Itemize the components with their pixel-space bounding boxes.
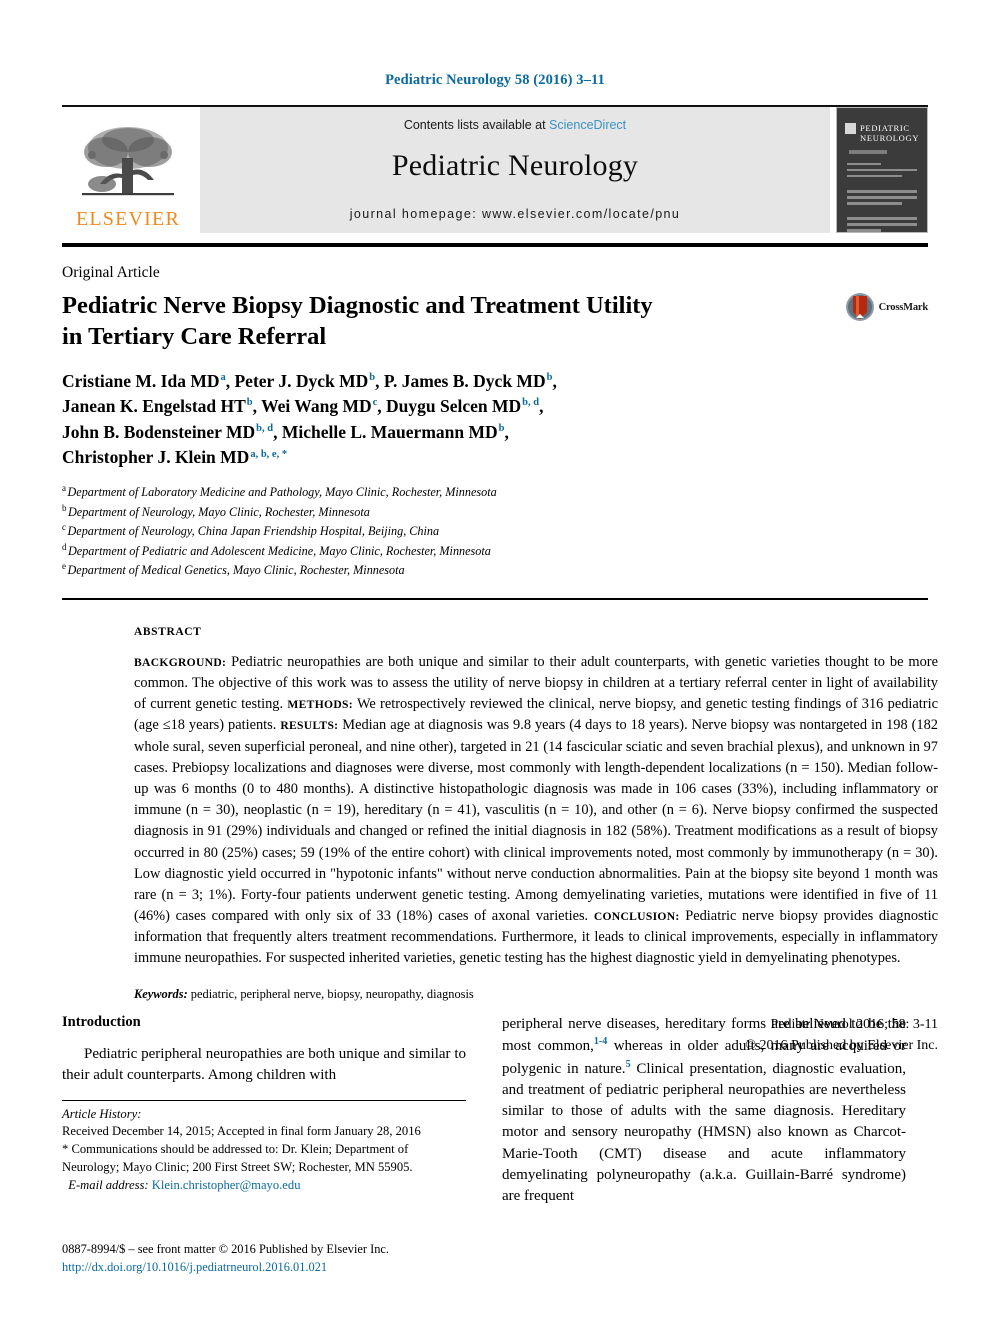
affiliation-item: c Department of Neurology, China Japan Fr…: [62, 522, 440, 539]
issn-line: 0887-8994/$ – see front matter © 2016 Pu…: [62, 1242, 390, 1256]
footer-block: 0887-8994/$ – see front matter © 2016 Pu…: [62, 1241, 389, 1277]
title-block: Original Article Pediatric Nerve Biopsy …: [62, 264, 928, 353]
article-type-kicker: Original Article: [62, 264, 160, 281]
journal-cover-thumbnail[interactable]: PEDIATRIC NEUROLOGY: [836, 107, 928, 233]
abstract-section: ABSTRACT BACKGROUND: Pediatric neuropath…: [134, 626, 938, 1057]
author-affil-mark: a, b, e, *: [250, 448, 288, 460]
sciencedirect-link[interactable]: ScienceDirect: [549, 118, 626, 132]
body-columns: Introduction Pediatric peripheral neurop…: [62, 1014, 938, 1208]
intro-right-part3: Clinical presentation, diagnostic evalua…: [502, 1060, 907, 1205]
affiliation-list: a Department of Laboratory Medicine and P…: [62, 482, 928, 580]
masthead-bottom-rule: [62, 243, 928, 247]
title-line-2: in Tertiary Care Referral: [62, 322, 327, 350]
running-head: Pediatric Neurology 58 (2016) 3–11: [385, 72, 605, 88]
author-item: P. James B. Dyck MDb,: [383, 370, 557, 391]
author-item: Wei Wang MDc,: [261, 396, 387, 417]
contents-available-line: Contents lists available at ScienceDirec…: [404, 118, 626, 132]
right-column: peripheral nerve diseases, hereditary fo…: [502, 1014, 906, 1208]
keywords-values: pediatric, peripheral nerve, biopsy, neu…: [187, 986, 474, 1001]
journal-article-page: Pediatric Neurology 58 (2016) 3–11 ELSEV…: [0, 0, 990, 1320]
title-line-1: Pediatric Nerve Biopsy Diagnostic and Tr…: [62, 292, 653, 319]
email-label: E-mail address:: [68, 1177, 149, 1192]
journal-title: Pediatric Neurology: [391, 149, 639, 182]
author-item: Janean K. Engelstad HTb,: [62, 396, 262, 417]
author-item: John B. Bodensteiner MDb, d,: [62, 421, 282, 442]
author-affil-mark: b, d: [256, 422, 274, 434]
section-heading-introduction: Introduction: [62, 1014, 141, 1030]
journal-homepage-link[interactable]: journal homepage: www.elsevier.com/locat…: [350, 207, 681, 221]
abstract-heading: ABSTRACT: [134, 625, 202, 638]
affiliation-item: b Department of Neurology, Mayo Clinic, R…: [62, 502, 370, 519]
contents-prefix: Contents lists available at: [403, 118, 550, 132]
elsevier-tree-icon: [82, 127, 174, 196]
author-affil-mark: b, d: [522, 397, 540, 409]
cover-emblem-icon: [845, 123, 856, 134]
keywords-line: Keywords: pediatric, peripheral nerve, b…: [134, 987, 938, 1002]
page-title: Pediatric Nerve Biopsy Diagnostic and Tr…: [62, 291, 762, 353]
author-list: Cristiane M. Ida MDa, Peter J. Dyck MDb,…: [62, 369, 782, 471]
cover-subtitle-bar: [849, 149, 888, 154]
abstract-results-label: RESULTS:: [280, 719, 339, 733]
affiliation-item: d Department of Pediatric and Adolescent …: [62, 541, 491, 558]
crossmark-icon: [845, 293, 874, 321]
correspondence-note: * Communications should be addressed to:…: [62, 1142, 413, 1174]
crossmark-label: CrossMark: [878, 301, 929, 313]
intro-paragraph-left: Pediatric peripheral neuropathies are bo…: [62, 1046, 466, 1084]
author-item: Michelle L. Mauermann MDb,: [281, 421, 509, 442]
author-item: Cristiane M. Ida MDa,: [62, 370, 235, 391]
doi-link[interactable]: http://dx.doi.org/10.1016/j.pediatrneuro…: [62, 1259, 389, 1277]
crossmark-badge[interactable]: CrossMark: [845, 292, 928, 322]
affiliation-item: e Department of Medical Genetics, Mayo Cl…: [62, 561, 405, 578]
reference-citation[interactable]: 1-4: [594, 1036, 607, 1047]
cover-title: PEDIATRIC NEUROLOGY: [860, 123, 920, 144]
affiliation-item: a Department of Laboratory Medicine and P…: [62, 482, 497, 499]
author-item: Christopher J. Klein MDa, b, e, *: [62, 447, 288, 468]
abstract-conclusion-label: CONCLUSION:: [593, 910, 680, 924]
article-history-text: Received December 14, 2015; Accepted in …: [62, 1124, 421, 1139]
author-item: Peter J. Dyck MDb,: [234, 370, 384, 391]
keywords-label: Keywords:: [134, 986, 188, 1001]
abstract-top-rule: [62, 597, 928, 600]
intro-paragraph-right: peripheral nerve diseases, hereditary fo…: [502, 1014, 906, 1208]
author-item: Duygu Selcen MDb, d,: [386, 396, 544, 417]
email-line: E-mail address: Klein.christopher@mayo.e…: [62, 1177, 466, 1195]
article-history-label: Article History:: [62, 1106, 142, 1121]
footnote-separator: Article History: Received December 14, 2…: [62, 1099, 466, 1195]
journal-masthead: ELSEVIER Contents lists available at Sci…: [62, 105, 928, 233]
journal-band: Contents lists available at ScienceDirec…: [200, 107, 830, 233]
abstract-results-text: Median age at diagnosis was 9.8 years (4…: [134, 717, 938, 925]
abstract-methods-label: METHODS:: [287, 698, 353, 712]
email-link[interactable]: Klein.christopher@mayo.edu: [152, 1178, 301, 1192]
cover-text-lines: [845, 162, 919, 232]
footnote-block: Article History: Received December 14, 2…: [62, 1106, 466, 1195]
abstract-background-label: BACKGROUND:: [134, 655, 227, 669]
elsevier-logo: ELSEVIER: [62, 107, 194, 233]
elsevier-wordmark: ELSEVIER: [75, 208, 181, 230]
left-column: Introduction Pediatric peripheral neurop…: [62, 1014, 466, 1208]
abstract-text: BACKGROUND: Pediatric neuropathies are b…: [134, 652, 938, 970]
